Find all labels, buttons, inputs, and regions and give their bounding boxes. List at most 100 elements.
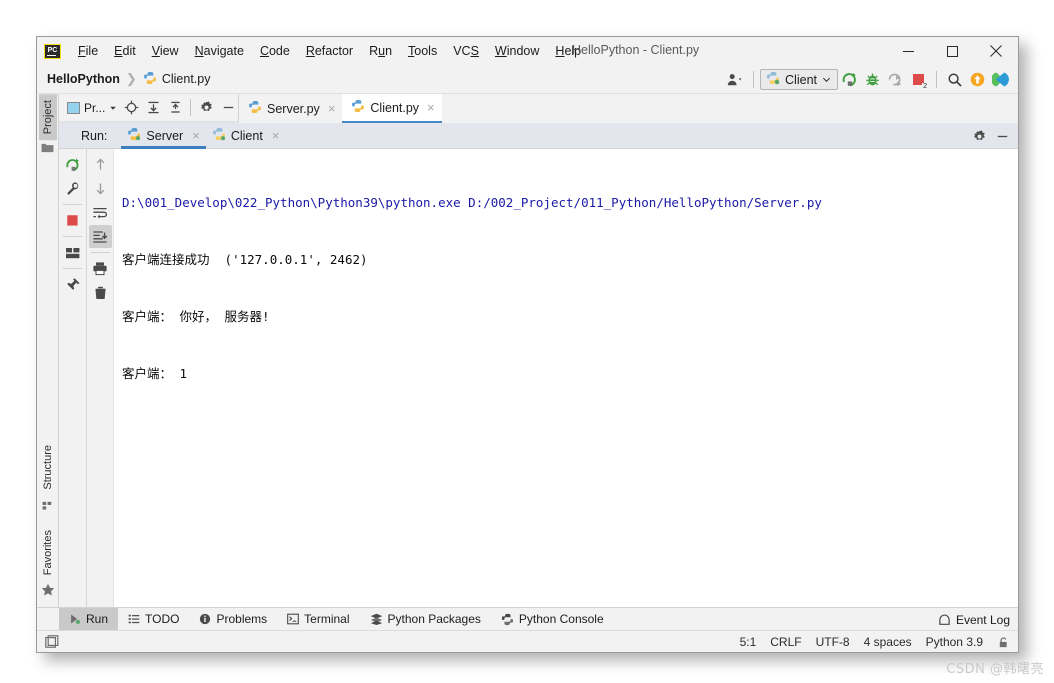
pycharm-logo-icon: PC — [44, 43, 61, 59]
breadcrumb-project[interactable]: HelloPython — [47, 72, 120, 86]
close-icon[interactable]: × — [328, 101, 336, 116]
python-console-icon — [501, 613, 513, 625]
down-arrow-icon[interactable] — [89, 177, 112, 200]
trash-icon[interactable] — [89, 281, 112, 304]
bottom-tab-label: Python Console — [518, 612, 604, 626]
chevron-down-icon — [822, 77, 831, 83]
up-arrow-icon[interactable] — [89, 153, 112, 176]
wrench-icon[interactable] — [61, 177, 84, 200]
python-interpreter[interactable]: Python 3.9 — [926, 635, 983, 649]
python-file-icon — [248, 100, 262, 117]
breadcrumb-file-label: Client.py — [161, 72, 211, 86]
menu-item-edit[interactable]: Edit — [106, 41, 144, 61]
search-everywhere-icon[interactable] — [989, 68, 1012, 91]
rerun-icon[interactable] — [61, 153, 84, 176]
navigation-bar: HelloPython ❯ Client.py Client 2 — [37, 65, 1018, 94]
pycharm-window: PC File Edit View Navigate Code Refactor… — [36, 36, 1019, 653]
minimize-panel-icon[interactable] — [218, 96, 238, 119]
print-icon[interactable] — [89, 257, 112, 280]
bottom-tab-python-console[interactable]: Python Console — [491, 608, 614, 630]
locate-icon[interactable] — [121, 96, 141, 119]
project-view-selector[interactable]: Pr... — [65, 99, 119, 117]
bottom-tab-todo[interactable]: TODO — [118, 608, 189, 630]
collapse-all-icon[interactable] — [165, 96, 185, 119]
breadcrumb-separator: ❯ — [125, 71, 137, 86]
indent-setting[interactable]: 4 spaces — [864, 635, 912, 649]
left-stripe-bottom: Structure Favorites — [37, 439, 59, 603]
menu-item-view[interactable]: View — [144, 41, 187, 61]
terminal-icon — [287, 613, 300, 625]
menu-item-code[interactable]: Code — [252, 41, 298, 61]
sidebar-item-favorites[interactable]: Favorites — [39, 524, 57, 581]
menu-item-tools[interactable]: Tools — [400, 41, 445, 61]
title-bar: PC File Edit View Navigate Code Refactor… — [37, 37, 1018, 65]
toggle-toolwindows-icon[interactable] — [45, 634, 59, 649]
event-log-tab[interactable]: Event Log — [938, 613, 1010, 627]
soft-wrap-icon[interactable] — [89, 201, 112, 224]
coverage-button[interactable] — [884, 68, 907, 91]
run-button[interactable] — [838, 68, 861, 91]
minimize-button[interactable] — [886, 37, 930, 65]
python-file-icon — [143, 71, 157, 88]
bottom-bar-right: Event Log — [938, 608, 1010, 631]
close-icon[interactable]: × — [272, 128, 280, 143]
run-gutter-right — [86, 149, 113, 607]
menu-bar: File Edit View Navigate Code Refactor Ru… — [70, 41, 589, 61]
pin-icon[interactable] — [61, 273, 84, 296]
menu-item-refactor[interactable]: Refactor — [298, 41, 361, 61]
run-tool-window: Run: Server × Client × D:\001_Develop\02… — [59, 123, 1018, 607]
line-separator[interactable]: CRLF — [770, 635, 801, 649]
editor-tab-server[interactable]: Server.py × — [239, 94, 342, 123]
python-file-icon — [351, 99, 365, 116]
caret-position[interactable]: 5:1 — [740, 635, 757, 649]
close-icon[interactable]: × — [427, 100, 435, 115]
gear-icon[interactable] — [196, 96, 216, 119]
menu-item-window[interactable]: Window — [487, 41, 547, 61]
expand-all-icon[interactable] — [143, 96, 163, 119]
bottom-tab-terminal[interactable]: Terminal — [277, 608, 359, 630]
gear-icon[interactable] — [968, 125, 991, 148]
user-account-icon[interactable] — [724, 68, 747, 91]
lock-icon[interactable] — [997, 636, 1010, 649]
update-project-icon[interactable] — [966, 68, 989, 91]
stop-icon[interactable] — [61, 209, 84, 232]
bottom-tab-label: Problems — [216, 612, 268, 626]
project-view-icon — [67, 101, 80, 114]
window-controls — [886, 37, 1018, 65]
bottom-tab-python-packages[interactable]: Python Packages — [360, 608, 491, 630]
file-encoding[interactable]: UTF-8 — [816, 635, 850, 649]
sidebar-item-project[interactable]: Project — [38, 94, 57, 141]
structure-icon — [42, 501, 51, 510]
console-output[interactable]: D:\001_Develop\022_Python\Python39\pytho… — [113, 149, 1018, 607]
breadcrumb-file[interactable]: Client.py — [143, 71, 211, 88]
debug-button[interactable] — [861, 68, 884, 91]
run-configuration-selector[interactable]: Client — [760, 69, 838, 90]
content-column: Pr... Server.py × Client.py × Run: Serve… — [59, 94, 1018, 607]
maximize-button[interactable] — [930, 37, 974, 65]
close-icon[interactable]: × — [192, 128, 200, 143]
bottom-tab-run[interactable]: Run — [59, 608, 119, 630]
navbar-actions: Client 2 — [724, 65, 1012, 94]
menu-item-navigate[interactable]: Navigate — [187, 41, 252, 61]
search-icon[interactable] — [943, 68, 966, 91]
editor-tabs: Server.py × Client.py × — [239, 94, 1018, 123]
run-header-actions — [968, 123, 1014, 149]
editor-tab-client[interactable]: Client.py × — [342, 94, 442, 123]
run-tab-server[interactable]: Server × — [121, 123, 207, 149]
run-tab-label: Client — [230, 128, 263, 143]
menu-item-run[interactable]: Run — [361, 41, 400, 61]
menu-item-file[interactable]: File — [70, 41, 106, 61]
close-button[interactable] — [974, 37, 1018, 65]
project-label: Project — [41, 100, 54, 135]
scroll-to-end-icon[interactable] — [88, 225, 112, 248]
favorites-label: Favorites — [42, 529, 54, 575]
run-tab-client[interactable]: Client × — [206, 123, 286, 149]
folder-icon — [41, 144, 54, 153]
stop-button[interactable]: 2 — [907, 68, 930, 91]
layout-icon[interactable] — [61, 241, 84, 264]
minimize-panel-icon[interactable] — [991, 125, 1014, 148]
sidebar-item-structure[interactable]: Structure — [39, 439, 57, 496]
bottom-tab-problems[interactable]: Problems — [189, 608, 277, 630]
menu-item-vcs[interactable]: VCS — [445, 41, 487, 61]
